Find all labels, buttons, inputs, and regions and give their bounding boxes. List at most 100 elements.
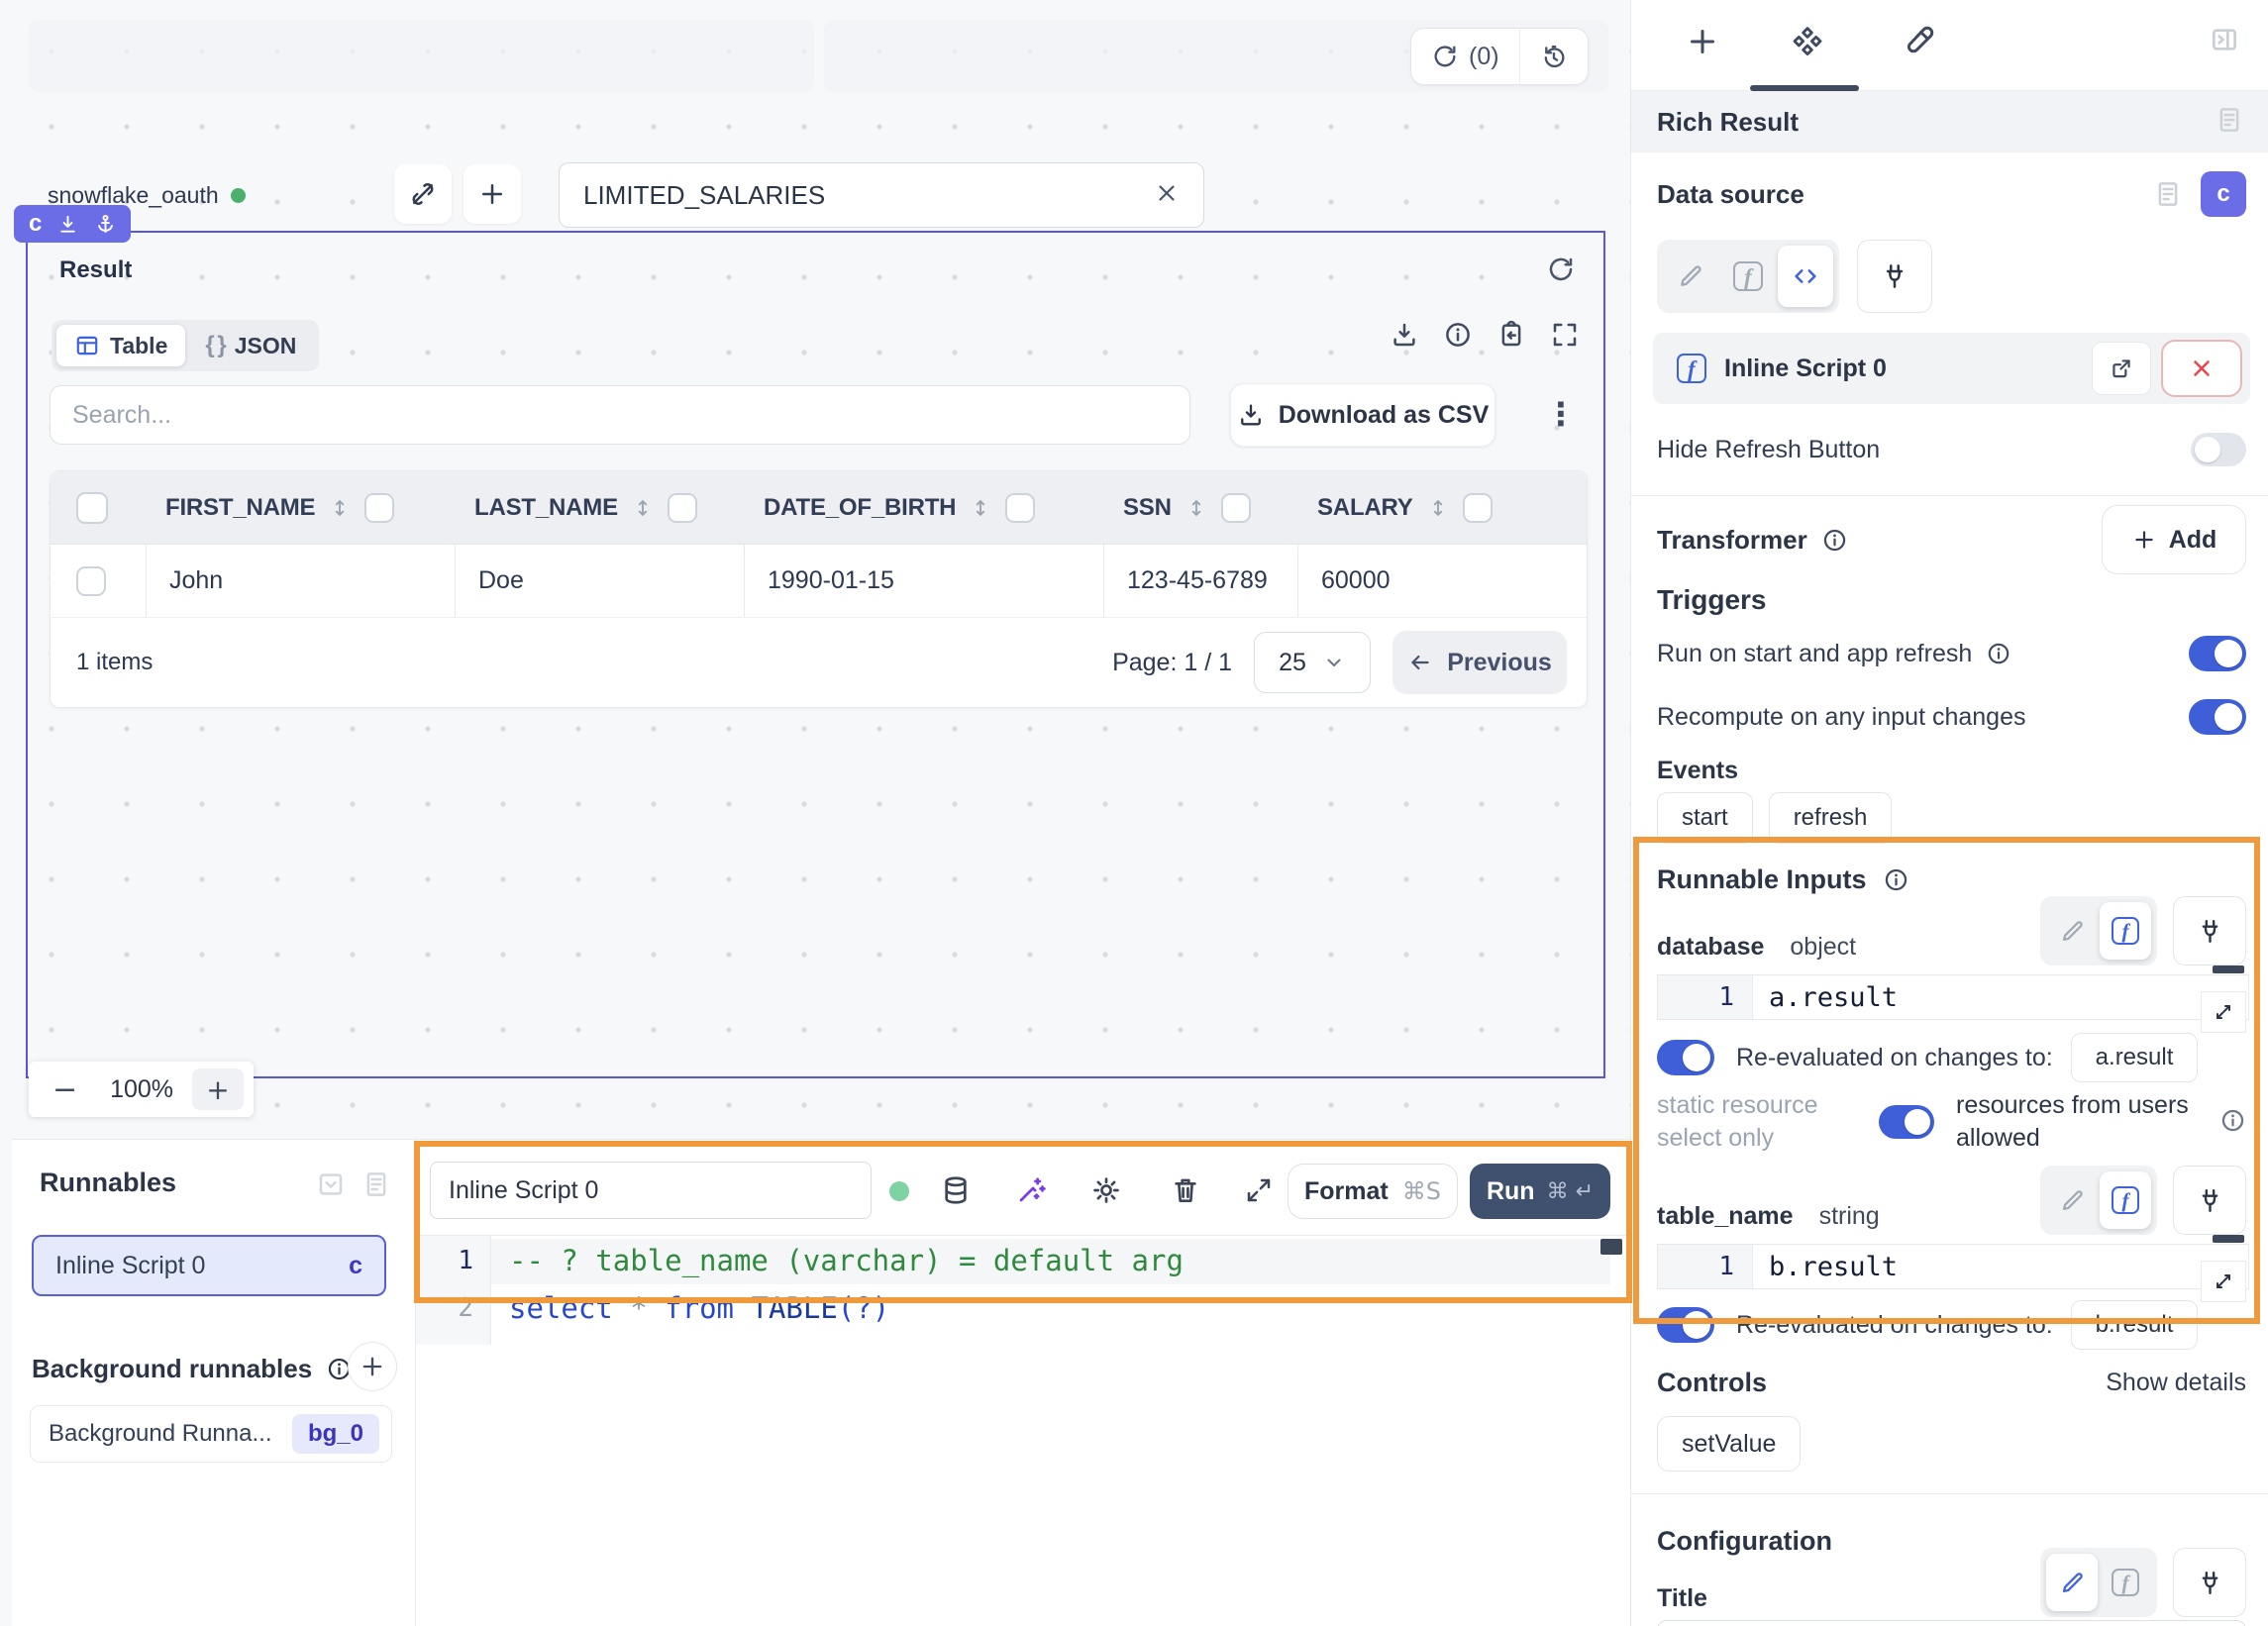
show-details-link[interactable]: Show details [2106, 1369, 2246, 1397]
recompute-toggle[interactable] [2189, 699, 2246, 735]
column-header[interactable]: FIRST_NAME [165, 494, 315, 522]
docs-icon[interactable] [2153, 179, 2183, 209]
column-header[interactable]: LAST_NAME [474, 494, 618, 522]
add-transformer-button[interactable]: Add [2102, 505, 2246, 574]
delete-script-button[interactable] [1157, 1162, 1214, 1219]
tab-styles[interactable] [1901, 24, 1936, 64]
sort-icon[interactable] [970, 495, 991, 521]
connect-title-button[interactable] [2173, 1548, 2246, 1617]
reeval-toggle[interactable] [1657, 1307, 1714, 1343]
tab-table[interactable]: Table [56, 325, 185, 366]
event-chip-start[interactable]: start [1657, 792, 1753, 844]
format-button[interactable]: Format ⌘S [1288, 1164, 1458, 1219]
clear-table-button[interactable] [1130, 180, 1203, 211]
sort-icon[interactable] [329, 495, 351, 521]
remove-script-button[interactable] [2161, 340, 2242, 397]
mode-function-button[interactable]: f [2100, 1171, 2151, 1229]
info-icon[interactable] [2219, 1107, 2246, 1134]
column-toggle[interactable] [1221, 493, 1251, 523]
connect-input-button[interactable] [2173, 1166, 2246, 1235]
runnable-item-inline-script-0[interactable]: Inline Script 0 c [32, 1235, 386, 1296]
code-line-1[interactable]: 1 -- ? table_name (varchar) = default ar… [416, 1239, 1630, 1282]
hide-refresh-toggle[interactable] [2191, 433, 2246, 466]
download-csv-button[interactable]: Download as CSV [1230, 383, 1495, 447]
mode-static-button[interactable] [2046, 902, 2098, 960]
component-id-badge[interactable]: c [2201, 171, 2246, 217]
more-options-button[interactable]: ⋮ [1535, 389, 1587, 439]
connect-runnable-button[interactable] [1857, 240, 1932, 313]
background-runnable-item[interactable]: Background Runna... bg_0 [30, 1405, 392, 1463]
mode-static-button[interactable] [1663, 246, 1718, 307]
row-checkbox[interactable] [76, 566, 106, 596]
reeval-dependency-chip[interactable]: b.result [2071, 1300, 2199, 1350]
mode-function-button[interactable]: f [1720, 246, 1776, 307]
mode-static-button[interactable] [2046, 1171, 2098, 1229]
zoom-out-button[interactable]: − [39, 1072, 91, 1107]
widget-refresh-button[interactable] [1546, 254, 1576, 289]
script-settings-button[interactable] [1078, 1162, 1135, 1219]
table-row[interactable]: John Doe 1990-01-15 123-45-6789 60000 [51, 545, 1587, 618]
page-size-select[interactable]: 25 [1254, 632, 1371, 693]
reeval-toggle[interactable] [1657, 1040, 1714, 1075]
title-value-input[interactable] [1657, 1620, 2246, 1626]
unlink-datasource-button[interactable] [394, 164, 452, 224]
column-header[interactable]: SALARY [1317, 494, 1413, 522]
connect-input-button[interactable] [2173, 896, 2246, 965]
fullscreen-icon[interactable] [1550, 320, 1580, 350]
column-toggle[interactable] [1005, 493, 1035, 523]
code-line-2[interactable]: 2 select * from TABLE(?) [416, 1286, 1630, 1330]
open-script-button[interactable] [2092, 342, 2151, 395]
run-on-start-toggle[interactable] [2189, 636, 2246, 671]
docs-icon[interactable] [2215, 105, 2244, 135]
control-chip-setvalue[interactable]: setValue [1657, 1416, 1801, 1472]
mode-function-button[interactable]: f [2100, 1554, 2151, 1611]
editor-scrollbar-thumb[interactable] [1600, 1239, 1622, 1255]
reeval-dependency-chip[interactable]: a.result [2071, 1033, 2199, 1082]
resources-from-users-toggle[interactable] [1879, 1105, 1934, 1139]
anchor-icon[interactable] [94, 213, 117, 236]
sort-icon[interactable] [632, 495, 654, 521]
event-chip-refresh[interactable]: refresh [1769, 792, 1893, 844]
move-down-icon[interactable] [56, 213, 79, 236]
sort-icon[interactable] [1186, 495, 1207, 521]
mode-static-button[interactable] [2046, 1554, 2098, 1611]
zoom-in-button[interactable]: + [192, 1068, 244, 1110]
rich-result-widget[interactable]: Result Table { } JSON Download as CS [26, 231, 1605, 1078]
mode-function-button[interactable]: f [2100, 902, 2151, 960]
run-button[interactable]: Run ⌘ ↵ [1470, 1164, 1610, 1219]
collapse-sidebar-button[interactable] [2209, 24, 2240, 60]
add-table-button[interactable] [464, 164, 521, 224]
tab-components[interactable] [1788, 24, 1827, 68]
info-icon[interactable] [1443, 320, 1473, 350]
search-input[interactable] [51, 401, 1189, 430]
select-all-checkbox[interactable] [76, 492, 108, 524]
info-icon[interactable] [1821, 527, 1848, 554]
column-toggle[interactable] [364, 493, 394, 523]
refresh-queries-button[interactable]: (0) [1411, 43, 1519, 71]
copy-result-icon[interactable] [1496, 320, 1526, 350]
input-expression-editor[interactable]: 1 a.result [1657, 974, 2249, 1020]
sort-icon[interactable] [1427, 495, 1449, 521]
expand-expression-button[interactable] [2201, 1261, 2246, 1302]
column-header[interactable]: SSN [1123, 494, 1172, 522]
download-icon[interactable] [1390, 320, 1419, 350]
column-header[interactable]: DATE_OF_BIRTH [764, 494, 956, 522]
input-expression-editor[interactable]: 1 b.result [1657, 1244, 2249, 1289]
collapse-panel-icon[interactable] [316, 1169, 346, 1199]
expand-editor-button[interactable] [1230, 1162, 1288, 1219]
add-background-runnable-button[interactable] [348, 1342, 397, 1391]
info-icon[interactable] [1883, 866, 1909, 893]
script-name-input[interactable] [431, 1176, 871, 1205]
ai-assist-button[interactable] [1002, 1162, 1060, 1219]
tab-json[interactable]: { } JSON [187, 325, 314, 366]
previous-page-button[interactable]: Previous [1392, 631, 1567, 694]
docs-icon[interactable] [361, 1169, 391, 1199]
widget-selection-toolbar[interactable]: c [14, 205, 131, 243]
tab-insert[interactable] [1685, 24, 1720, 64]
column-toggle[interactable] [668, 493, 697, 523]
history-button[interactable] [1520, 43, 1588, 70]
expand-expression-button[interactable] [2201, 991, 2246, 1033]
table-name-input[interactable] [560, 180, 1130, 211]
column-toggle[interactable] [1463, 493, 1493, 523]
mode-code-button[interactable] [1778, 246, 1833, 307]
